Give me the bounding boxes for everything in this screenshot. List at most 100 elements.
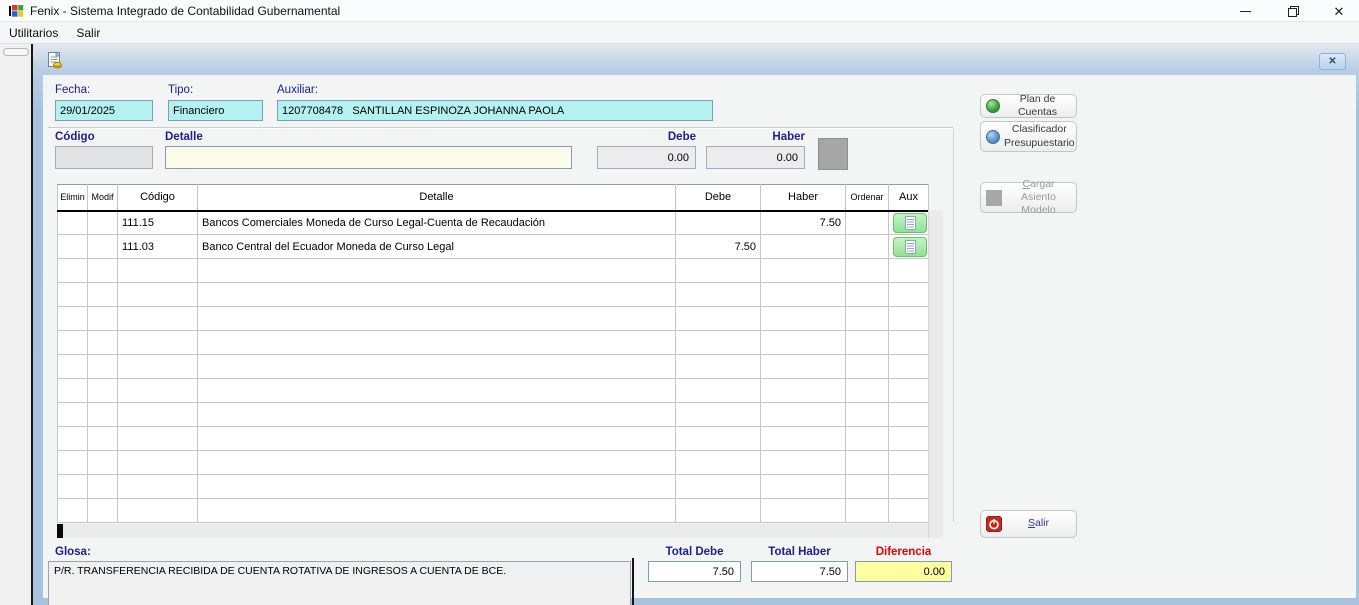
fecha-label: Fecha: bbox=[55, 84, 90, 96]
table-row-empty[interactable] bbox=[58, 307, 929, 331]
col-aux: Aux bbox=[889, 185, 929, 211]
diferencia-label: Diferencia bbox=[855, 546, 952, 558]
ordenar-cell[interactable] bbox=[846, 211, 889, 235]
tipo-label: Tipo: bbox=[168, 84, 193, 96]
diferencia-value: 0.00 bbox=[924, 566, 945, 578]
table-hscrollbar[interactable] bbox=[57, 524, 928, 538]
table-row-empty[interactable] bbox=[58, 451, 929, 475]
diferencia-field: 0.00 bbox=[855, 561, 952, 582]
cargar-asiento-modelo-button[interactable]: Cargar Asiento Modelo bbox=[980, 182, 1077, 213]
modif-cell[interactable] bbox=[88, 211, 118, 235]
close-icon: ✕ bbox=[1334, 5, 1345, 18]
tipo-value: Financiero bbox=[173, 105, 224, 117]
total-haber-field: 7.50 bbox=[751, 561, 848, 582]
salir-button[interactable]: Salir bbox=[980, 510, 1077, 538]
glosa-label: Glosa: bbox=[55, 546, 91, 558]
glosa-textarea[interactable]: P/R. TRANSFERENCIA RECIBIDA DE CUENTA RO… bbox=[48, 561, 631, 605]
grid-header-row: Elimin Modif Código Detalle Debe Haber O… bbox=[58, 185, 929, 211]
plan-de-cuentas-button[interactable]: Plan de Cuentas bbox=[980, 94, 1077, 118]
col-codigo: Código bbox=[118, 185, 198, 211]
debe-label: Debe bbox=[597, 131, 696, 143]
detalle-input[interactable] bbox=[165, 146, 572, 169]
table-row-empty[interactable] bbox=[58, 259, 929, 283]
menu-bar: Utilitarios Salir bbox=[0, 22, 1359, 44]
table-row[interactable]: 111.03 Banco Central del Ecuador Moneda … bbox=[58, 235, 929, 259]
plan-de-cuentas-label: Plan de Cuentas bbox=[1004, 93, 1071, 119]
mdi-close-icon: ✕ bbox=[1328, 56, 1336, 67]
menu-salir[interactable]: Salir bbox=[67, 23, 109, 43]
codigo-cell: 111.15 bbox=[118, 211, 198, 235]
detalle-label: Detalle bbox=[165, 131, 203, 143]
auxiliar-input[interactable]: 1207708478 SANTILLAN ESPINOZA JOHANNA PA… bbox=[277, 100, 713, 121]
haber-input[interactable]: 0.00 bbox=[706, 146, 805, 169]
cargar-asiento-label: Cargar Asiento Modelo bbox=[1006, 178, 1071, 217]
debe-input[interactable]: 0.00 bbox=[597, 146, 696, 169]
ordenar-cell[interactable] bbox=[846, 235, 889, 259]
total-debe-field: 7.50 bbox=[648, 561, 741, 582]
elimin-cell[interactable] bbox=[58, 235, 88, 259]
fecha-input[interactable]: 29/01/2025 bbox=[55, 100, 153, 121]
codigo-label: Código bbox=[55, 131, 95, 143]
minimize-button[interactable] bbox=[1228, 0, 1262, 22]
aux-button[interactable] bbox=[893, 237, 927, 257]
total-haber-value: 7.50 bbox=[820, 566, 841, 578]
col-elimin: Elimin bbox=[58, 185, 88, 211]
table-row-empty[interactable] bbox=[58, 475, 929, 499]
col-haber: Haber bbox=[761, 185, 846, 211]
horizontal-separator bbox=[48, 127, 953, 129]
entry-document-icon bbox=[46, 51, 63, 69]
total-debe-label: Total Debe bbox=[648, 546, 741, 558]
add-entry-button[interactable] bbox=[818, 138, 848, 170]
table-body: 111.15 Bancos Comerciales Moneda de Curs… bbox=[58, 211, 929, 523]
haber-cell: 7.50 bbox=[761, 211, 846, 235]
glosa-value: P/R. TRANSFERENCIA RECIBIDA DE CUENTA RO… bbox=[54, 565, 506, 577]
clasificador-presupuestario-button[interactable]: Clasificador Presupuestario bbox=[980, 121, 1077, 152]
aux-document-icon bbox=[905, 216, 916, 230]
debe-cell: 7.50 bbox=[676, 235, 761, 259]
footer-divider bbox=[632, 558, 634, 605]
detalle-cell: Banco Central del Ecuador Moneda de Curs… bbox=[198, 235, 676, 259]
auxiliar-value: 1207708478 SANTILLAN ESPINOZA JOHANNA PA… bbox=[282, 105, 564, 117]
table-row-empty[interactable] bbox=[58, 331, 929, 355]
clasificador-label: Clasificador Presupuestario bbox=[1004, 123, 1075, 149]
aux-button[interactable] bbox=[893, 213, 927, 233]
table-vscrollbar[interactable] bbox=[928, 210, 943, 538]
hscrollbar-thumb[interactable] bbox=[57, 524, 63, 538]
table-row-empty[interactable] bbox=[58, 355, 929, 379]
restore-button[interactable] bbox=[1276, 0, 1310, 22]
col-debe: Debe bbox=[676, 185, 761, 211]
table-row-empty[interactable] bbox=[58, 379, 929, 403]
table-row-empty[interactable] bbox=[58, 283, 929, 307]
power-icon bbox=[986, 516, 1002, 532]
codigo-cell: 111.03 bbox=[118, 235, 198, 259]
total-debe-value: 7.50 bbox=[713, 566, 734, 578]
table-row-empty[interactable] bbox=[58, 403, 929, 427]
salir-label: Salir bbox=[1006, 517, 1071, 530]
vertical-separator bbox=[953, 128, 954, 522]
menu-utilitarios[interactable]: Utilitarios bbox=[0, 23, 67, 43]
splitter-grip[interactable] bbox=[3, 48, 29, 56]
codigo-input[interactable] bbox=[55, 146, 153, 169]
debe-value: 0.00 bbox=[668, 152, 689, 164]
green-sphere-icon bbox=[986, 99, 1000, 113]
mdi-close-button[interactable]: ✕ bbox=[1319, 53, 1346, 70]
blue-sphere-icon bbox=[986, 130, 1000, 144]
close-button[interactable]: ✕ bbox=[1322, 0, 1356, 22]
haber-cell bbox=[761, 235, 846, 259]
col-detalle: Detalle bbox=[198, 185, 676, 211]
table-row[interactable]: 111.15 Bancos Comerciales Moneda de Curs… bbox=[58, 211, 929, 235]
minimize-icon bbox=[1240, 11, 1251, 12]
detalle-cell: Bancos Comerciales Moneda de Curso Legal… bbox=[198, 211, 676, 235]
modif-cell[interactable] bbox=[88, 235, 118, 259]
aux-document-icon bbox=[905, 240, 916, 254]
table-row-empty[interactable] bbox=[58, 499, 929, 523]
entries-grid: Elimin Modif Código Detalle Debe Haber O… bbox=[57, 184, 929, 523]
left-panel-strip bbox=[0, 44, 31, 605]
col-ordenar: Ordenar bbox=[846, 185, 889, 211]
app-windows-flag-icon bbox=[8, 3, 24, 19]
elimin-cell[interactable] bbox=[58, 211, 88, 235]
auxiliar-label: Auxiliar: bbox=[277, 84, 318, 96]
total-haber-label: Total Haber bbox=[751, 546, 848, 558]
table-row-empty[interactable] bbox=[58, 427, 929, 451]
tipo-input[interactable]: Financiero bbox=[168, 100, 263, 121]
